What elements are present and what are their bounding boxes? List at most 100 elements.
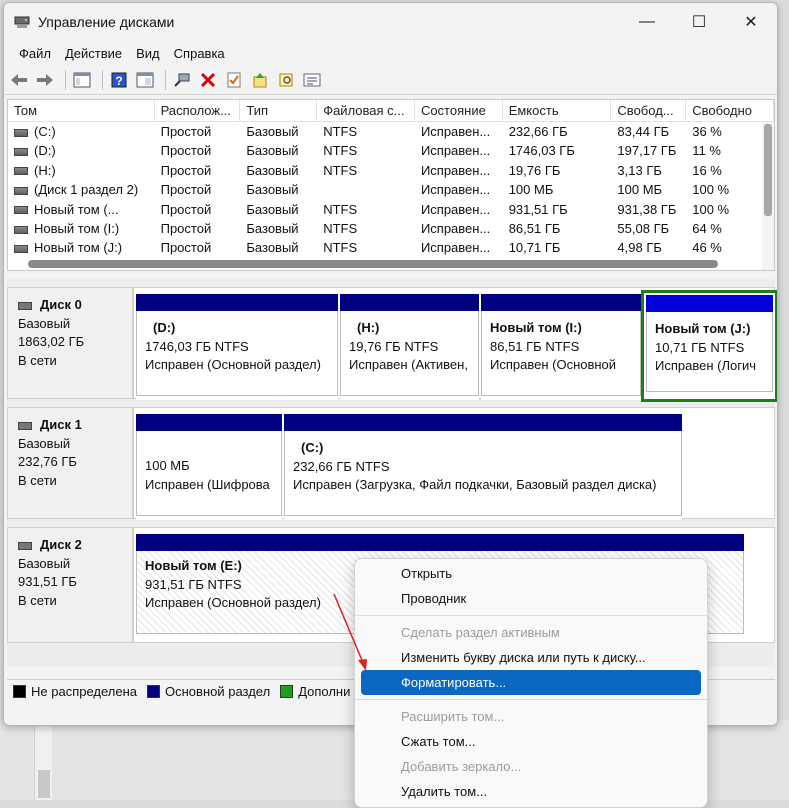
volume-name-cell: (H:) (8, 161, 155, 180)
checklist-icon[interactable] (223, 69, 245, 91)
menu-separator (355, 615, 707, 616)
partition-d[interactable]: (D:) 1746,03 ГБ NTFS Исправен (Основной ра… (136, 294, 338, 400)
table-cell: 100 МБ (508, 182, 554, 198)
back-icon[interactable] (8, 69, 30, 91)
table-cell: 16 % (692, 162, 722, 178)
table-row[interactable]: (Диск 1 раздел 2) Простой Базовый Исправен.… (8, 180, 774, 199)
partition-status: Исправен (Логич (655, 358, 756, 373)
volume-name-cell: Новый том (... (8, 200, 155, 219)
column-header[interactable]: Состояние (415, 100, 503, 122)
table-cell: NTFS (323, 220, 358, 236)
legend-swatch (280, 685, 294, 698)
column-header[interactable]: Файловая с... (317, 100, 415, 122)
partition-status: Исправен (Загрузка, Файл подкачки, Базов… (293, 477, 657, 492)
partition-j-selected[interactable]: Новый том (J:) 10,71 ГБ NTFS Исправен (Лог… (641, 290, 777, 402)
partition-name: Новый том (I:) (490, 320, 582, 335)
table-cell: Исправен... (420, 182, 491, 198)
column-header[interactable]: Свободно (686, 100, 774, 122)
horizontal-scrollbar[interactable] (28, 260, 718, 268)
scroll-thumb[interactable] (764, 124, 772, 216)
partition-size: 10,71 ГБ NTFS (655, 339, 745, 355)
partition-c[interactable]: (C:) 232,66 ГБ NTFS Исправен (Загрузка, Фа… (284, 414, 682, 520)
legend-label: Дополни (298, 684, 351, 699)
primary-partition-bar (340, 294, 479, 311)
export-icon[interactable] (249, 69, 271, 91)
disk-2-label[interactable]: Диск 2 Базовый 931,51 ГБ В сети (7, 527, 133, 643)
column-header[interactable]: Емкость (503, 100, 612, 122)
disk-1-label[interactable]: Диск 1 Базовый 232,76 ГБ В сети (7, 407, 133, 519)
partition-i[interactable]: Новый том (I:) 86,51 ГБ NTFS Исправен (Осн… (481, 294, 641, 400)
volume-name: (Диск 1 раздел 2) (34, 182, 139, 198)
disk-size: 1863,02 ГБ (18, 334, 85, 349)
settings-list-icon[interactable] (301, 69, 323, 91)
context-menu: Открыть Проводник Сделать раздел активны… (354, 558, 708, 808)
disk-0-label[interactable]: Диск 0 Базовый 1863,02 ГБ В сети (7, 287, 133, 399)
background-scrollbar[interactable] (34, 720, 52, 800)
table-cell: NTFS (323, 124, 358, 139)
menu-separator (355, 699, 707, 700)
legend-label: Основной раздел (165, 684, 271, 699)
menu-bar: Файл Действие Вид Справка (4, 41, 777, 65)
table-row[interactable]: (H:) Простой Базовый NTFS Исправен... 19,76 Г… (8, 161, 774, 180)
console-tree-icon[interactable] (71, 69, 93, 91)
scroll-thumb[interactable] (38, 770, 50, 798)
table-row[interactable]: Новый том (... Простой Базовый NTFS Исправен… (8, 200, 774, 219)
table-cell: 232,66 ГБ (508, 124, 568, 139)
disk-type: Базовый (18, 555, 71, 571)
table-cell: 19,76 ГБ (508, 162, 561, 178)
column-header[interactable]: Располож... (155, 100, 241, 122)
vertical-scrollbar[interactable] (762, 122, 774, 270)
column-header[interactable]: Свобод... (611, 100, 687, 122)
column-header[interactable]: Том (8, 100, 155, 122)
table-cell: 1746,03 ГБ (508, 143, 575, 159)
table-row[interactable]: (D:) Простой Базовый NTFS Исправен... 1746,03… (8, 141, 774, 160)
close-button[interactable]: ✕ (725, 3, 777, 41)
maximize-button[interactable]: ☐ (673, 3, 725, 41)
menu-item-format[interactable]: Форматировать... (361, 670, 701, 695)
title-bar: Управление дисками — ☐ ✕ (4, 3, 777, 41)
partition-size: 1746,03 ГБ NTFS (145, 338, 249, 354)
primary-partition-bar (136, 294, 338, 311)
volume-name: (D:) (34, 143, 56, 159)
table-cell: 100 % (692, 201, 730, 217)
menu-item-delete[interactable]: Удалить том... (361, 779, 701, 804)
partition-h[interactable]: (H:) 19,76 ГБ NTFS Исправен (Активен, (340, 294, 479, 400)
menu-item-open[interactable]: Открыть (361, 561, 701, 586)
volume-name: Новый том (J:) (34, 240, 123, 256)
table-cell: 931,51 ГБ (508, 201, 568, 217)
disk-status: В сети (18, 472, 57, 488)
menu-item-shrink[interactable]: Сжать том... (361, 729, 701, 754)
minimize-button[interactable]: — (621, 3, 673, 41)
menu-item-explorer[interactable]: Проводник (361, 586, 701, 611)
table-cell: 197,17 ГБ (617, 143, 677, 159)
forward-icon[interactable] (34, 69, 56, 91)
menu-help[interactable]: Справка (167, 46, 232, 61)
legend-unallocated: Не распределена (13, 684, 137, 699)
table-row[interactable]: (C:) Простой Базовый NTFS Исправен... 232,66 … (8, 122, 774, 141)
table-cell: Исправен... (420, 201, 491, 217)
help-icon[interactable]: ? (108, 69, 130, 91)
svg-text:?: ? (115, 74, 122, 88)
partition-efi[interactable]: 100 МБ Исправен (Шифрова (136, 414, 282, 520)
menu-file[interactable]: Файл (12, 46, 58, 61)
menu-action[interactable]: Действие (58, 46, 129, 61)
properties-icon[interactable] (134, 69, 156, 91)
primary-partition-bar (136, 414, 282, 431)
search-icon[interactable] (275, 69, 297, 91)
table-row[interactable]: Новый том (I:) Простой Базовый NTFS Исправен… (8, 219, 774, 238)
table-row[interactable]: Новый том (J:) Простой Базовый NTFS Исправен… (8, 238, 774, 257)
disk-status: В сети (18, 352, 57, 368)
table-cell: 10,71 ГБ (508, 240, 561, 256)
partition-size: 19,76 ГБ NTFS (349, 338, 439, 354)
table-cell: Простой (160, 182, 212, 198)
connect-icon[interactable] (171, 69, 193, 91)
menu-item-change-drive-letter[interactable]: Изменить букву диска или путь к диску... (361, 645, 701, 670)
table-cell: Простой (160, 124, 212, 139)
disk-type: Базовый (18, 435, 71, 451)
volume-name-cell: Новый том (I:) (8, 219, 155, 238)
menu-view[interactable]: Вид (129, 46, 167, 61)
legend-primary: Основной раздел (147, 684, 270, 699)
column-header[interactable]: Тип (240, 100, 318, 122)
delete-icon[interactable] (197, 69, 219, 91)
toolbar: ? (4, 65, 777, 95)
